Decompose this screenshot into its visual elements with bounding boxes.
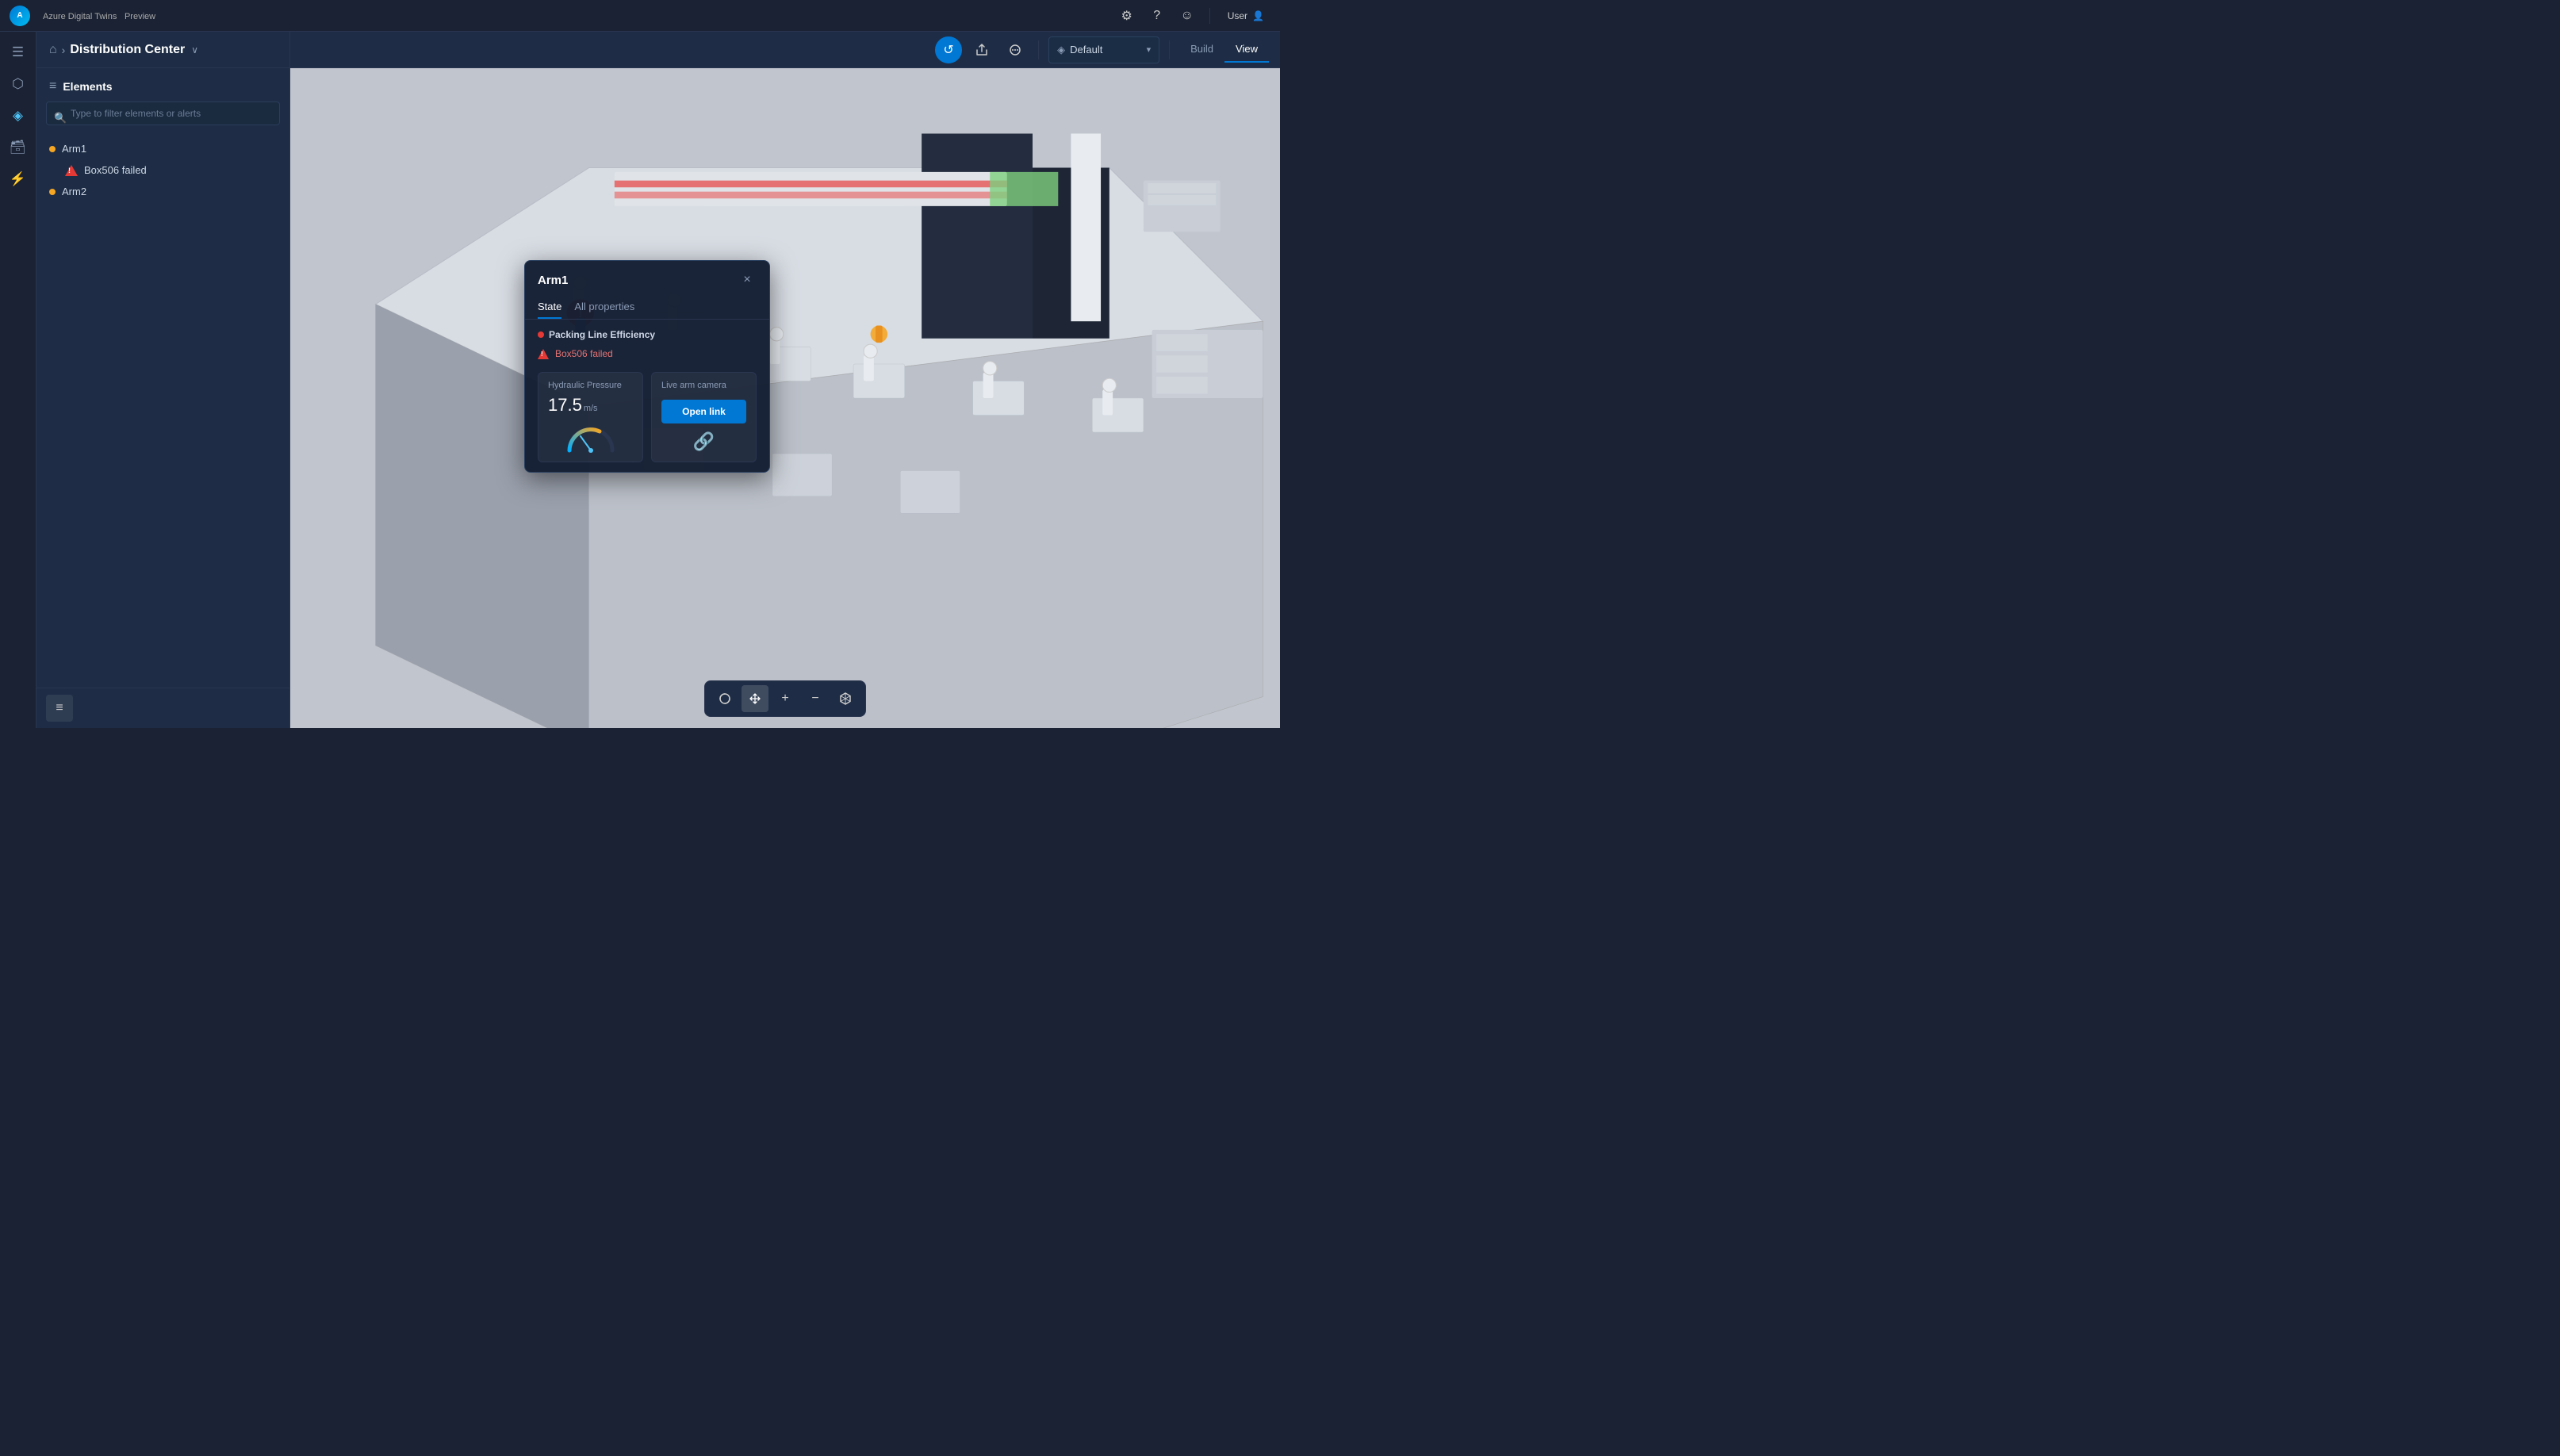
popup-body: Packing Line Efficiency Box506 failed Hy… [525,320,769,472]
settings-icon[interactable]: ⚙ [1116,5,1138,27]
breadcrumb-chevron[interactable]: ∨ [191,44,198,56]
icon-sidebar: ☰ ⬡ ◈ 🗃 ⚡ [0,32,36,728]
elements-panel: ≡ Elements 🔍 Arm1 Box506 failed [36,68,289,688]
sidebar-item-integrations[interactable]: ⚡ [4,165,33,193]
user-label: User [1228,10,1247,21]
panel-footer: ≡ [36,688,289,728]
app-logo: A [10,6,30,26]
breadcrumb: ⌂ › Distribution Center ∨ [36,32,289,68]
viewport-toolbar: ↺ ◈ Default ▾ Build View [290,32,1280,68]
user-menu[interactable]: User 👤 [1221,7,1270,25]
left-panel: ⌂ › Distribution Center ∨ ≡ Elements 🔍 A… [36,32,290,728]
live-camera-card: Live arm camera Open link 🔗 [651,372,757,462]
link-icon: 🔗 [693,431,715,452]
panel-footer-btn[interactable]: ≡ [46,695,73,722]
remove-button[interactable]: − [802,685,829,712]
help-icon[interactable]: ? [1146,5,1168,27]
breadcrumb-title: Distribution Center [70,43,185,57]
share-button[interactable] [968,36,995,63]
arm2-label: Arm2 [62,186,86,197]
view-select[interactable]: ◈ Default ▾ [1048,36,1159,63]
hydraulic-pressure-card: Hydraulic Pressure 17.5m/s [538,372,643,462]
feedback-icon[interactable]: ☺ [1176,5,1198,27]
view-select-icon: ◈ [1057,44,1065,56]
cube-button[interactable] [832,685,859,712]
sidebar-item-home[interactable]: ☰ [4,38,33,67]
view-select-label: Default [1070,44,1141,56]
viewport: ↺ ◈ Default ▾ Build View [290,32,1280,728]
hydraulic-value: 17.5 [548,395,582,415]
tab-build[interactable]: Build [1179,36,1224,63]
breadcrumb-separator: › [62,44,66,56]
list-item[interactable]: Arm1 [36,138,289,159]
popup-card: Arm1 × State All properties Packing Line… [524,260,770,473]
more-options-button[interactable] [1002,36,1029,63]
sidebar-item-3d[interactable]: ◈ [4,102,33,130]
hydraulic-value-row: 17.5m/s [548,395,633,416]
open-link-button[interactable]: Open link [661,400,746,423]
section-title: Packing Line Efficiency [538,329,757,340]
pan-button[interactable] [742,685,768,712]
element-list: Arm1 Box506 failed Arm2 [36,135,289,205]
tab-state[interactable]: State [538,296,561,319]
box506-label: Box506 failed [84,164,147,176]
breadcrumb-home[interactable]: ⌂ [49,43,57,57]
tab-all-properties[interactable]: All properties [574,296,634,319]
bottom-toolbar: + − [704,680,866,717]
elements-header: ≡ Elements [36,68,289,102]
popup-title: Arm1 [538,274,568,287]
tab-view[interactable]: View [1224,36,1269,63]
alert-text: Box506 failed [555,348,613,359]
sidebar-item-models[interactable]: 🗃 [4,133,33,162]
list-item[interactable]: Arm2 [36,181,289,202]
main-layout: ☰ ⬡ ◈ 🗃 ⚡ ⌂ › Distribution Center ∨ ≡ El… [0,32,1280,728]
camera-link-icon: 🔗 [661,431,746,452]
popup-header: Arm1 × [525,261,769,296]
alert-row: Box506 failed [538,345,757,362]
hydraulic-label: Hydraulic Pressure [548,381,633,390]
topbar: A Azure Digital Twins Preview ⚙ ? ☺ User… [0,0,1280,32]
hydraulic-unit: m/s [584,404,598,413]
scene-svg: ! [290,68,1280,728]
status-dot-warning-2 [49,189,56,195]
popup-close-button[interactable]: × [738,270,757,289]
gauge [548,422,633,454]
filter-input[interactable] [46,102,280,125]
status-dot-warning [49,146,56,152]
filter-input-wrap: 🔍 [36,102,289,135]
elements-icon: ≡ [49,79,56,94]
user-icon: 👤 [1252,10,1264,21]
warning-triangle-icon [65,165,78,176]
refresh-button[interactable]: ↺ [935,36,962,63]
build-view-tabs: Build View [1179,36,1269,63]
arm1-label: Arm1 [62,143,86,155]
add-button[interactable]: + [772,685,799,712]
orbit-button[interactable] [711,685,738,712]
metrics-row: Hydraulic Pressure 17.5m/s [538,372,757,462]
elements-label: Elements [63,80,112,93]
status-dot [538,331,544,338]
chevron-down-icon: ▾ [1147,44,1152,55]
app-title: Azure Digital Twins Preview [38,10,155,21]
list-item[interactable]: Box506 failed [36,159,289,181]
camera-label: Live arm camera [661,381,746,390]
sidebar-item-graph[interactable]: ⬡ [4,70,33,98]
alert-triangle-icon [538,349,549,359]
3d-scene[interactable]: ! + − [290,68,1280,728]
popup-tabs: State All properties [525,296,769,320]
